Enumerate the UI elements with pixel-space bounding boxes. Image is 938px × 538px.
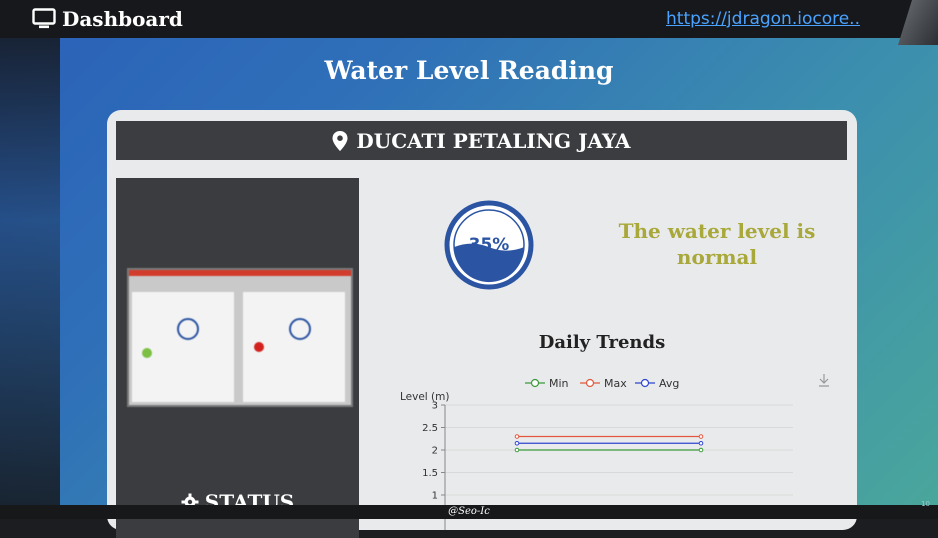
data-point-min-1 (698, 447, 704, 453)
left-shadow (0, 30, 60, 505)
camera-photo (127, 268, 353, 407)
app-title: Dashboard (62, 7, 183, 31)
legend-label-max: Max (604, 377, 627, 390)
legend-marker-avg (640, 378, 650, 388)
y-tick-label-3: 3 (432, 401, 438, 412)
download-icon[interactable] (819, 374, 829, 387)
y-axis-label: Level (m) (400, 391, 449, 403)
page-title: Water Level Reading (324, 56, 614, 85)
location-header: DUCATI PETALING JAYA (116, 121, 847, 160)
footer-credit: @Seo-Ic (448, 506, 490, 517)
location-card: DUCATI PETALING JAYA STATUS 35% The wate… (107, 110, 857, 538)
data-point-avg-0 (514, 440, 520, 446)
legend-marker-max (585, 378, 595, 388)
gauge-percent: 35% (469, 235, 510, 255)
legend-marker-min (530, 378, 540, 388)
legend-label-avg: Avg (659, 377, 679, 390)
dashboard-link[interactable]: Dashboard (32, 6, 183, 32)
page-number: 10 (921, 500, 930, 508)
y-tick-label-2.5: 2.5 (422, 423, 438, 434)
water-level-gauge: 35% (444, 200, 534, 290)
status-message: The water level is normal (618, 219, 816, 269)
data-point-max-0 (514, 434, 520, 439)
y-tick-label-1: 1 (432, 491, 438, 502)
data-point-max-1 (698, 434, 704, 439)
legend-label-min: Min (549, 377, 569, 390)
footer-bar: @Seo-Ic (0, 505, 938, 519)
camera-panel: STATUS (116, 178, 359, 538)
url-link[interactable]: https://jdragon.iocore.. (666, 9, 860, 29)
data-point-avg-1 (698, 440, 704, 446)
y-tick-label-2: 2 (432, 446, 438, 457)
location-name: DUCATI PETALING JAYA (356, 128, 631, 153)
y-tick-label-1.5: 1.5 (422, 468, 438, 479)
chart-title: Daily Trends (538, 332, 666, 353)
data-point-min-0 (514, 447, 520, 453)
monitor-icon (32, 8, 56, 29)
map-pin-icon (332, 130, 348, 151)
top-bar: Dashboard https://jdragon.iocore.. (0, 0, 938, 38)
